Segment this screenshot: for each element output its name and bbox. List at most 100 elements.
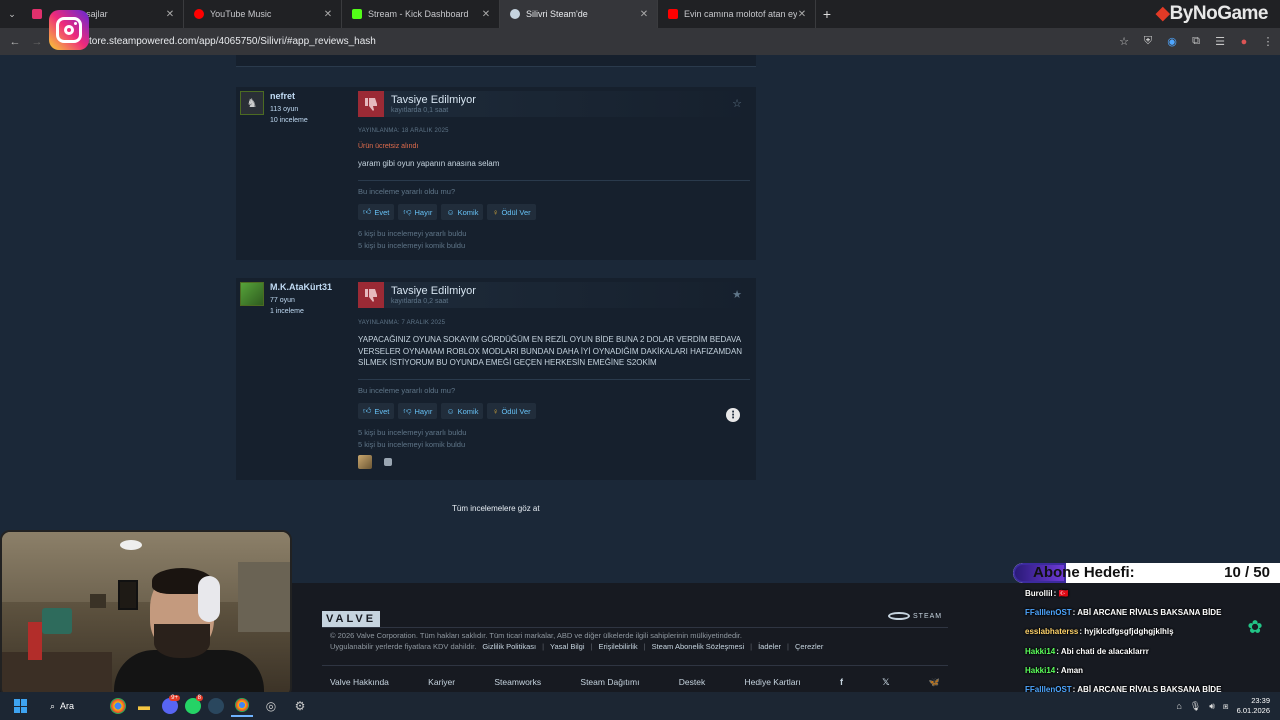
subscriber-agreement-link[interactable]: Steam Abonelik Sözleşmesi <box>652 642 745 651</box>
more-options-icon[interactable]: ⋮ <box>726 408 740 422</box>
discord-icon[interactable]: 9+ <box>162 695 180 714</box>
back-icon[interactable]: ← <box>4 36 26 48</box>
x-twitter-icon[interactable]: 𝕏 <box>882 677 889 688</box>
translate-extension-icon[interactable]: ◉ <box>1160 35 1184 48</box>
author-review-count[interactable]: 10 inceleme <box>270 117 308 124</box>
forward-icon[interactable]: → <box>26 36 48 48</box>
taskbar-search[interactable]: ⌕ Ara <box>50 701 100 712</box>
give-award-button[interactable]: ♀ Ödül Ver <box>487 204 536 220</box>
kick-favicon-icon <box>352 9 362 19</box>
url-input[interactable]: store.steampowered.com/app/4065750/Siliv… <box>84 36 1112 47</box>
chat-message: Hakki14: Aman <box>1025 666 1083 675</box>
author-games[interactable]: 113 oyun <box>270 106 298 113</box>
extensions-puzzle-icon[interactable]: ⧉ <box>1184 35 1208 48</box>
volume-icon[interactable]: 🔊︎ <box>1209 701 1215 712</box>
clock-time: 23:39 <box>1251 696 1270 705</box>
bookmark-star-icon[interactable]: ☆ <box>1112 35 1136 48</box>
new-tab-button[interactable]: + <box>816 6 838 22</box>
tab-steam-silivri[interactable]: Silivri Steam'de ✕ <box>500 0 658 28</box>
thumbs-up-icon: 👍︎ <box>363 207 372 216</box>
close-icon[interactable]: ✕ <box>797 9 807 20</box>
award-badge-icon[interactable] <box>384 458 392 466</box>
tab-youtube-video[interactable]: Evin camına molotof atan eylem ✕ <box>658 0 816 28</box>
about-valve-link[interactable]: Valve Hakkında <box>330 677 389 688</box>
avatar[interactable]: ♞ <box>240 91 264 115</box>
windows-taskbar: ⌕ Ara ▬ 9+ 8 ◎ ⚙ ⌂ 🎙︎ 🔊︎ ⧆ 23:39 6.01.202… <box>0 692 1280 720</box>
accessibility-link[interactable]: Erişilebilirlik <box>598 642 637 651</box>
author-name[interactable]: nefret <box>270 91 295 101</box>
legal-links: Uygulanabilir yerlerde fiyatlara KDV dah… <box>330 642 824 651</box>
chrome-icon[interactable] <box>110 698 126 714</box>
thumbs-down-icon: 👎︎ <box>403 207 412 216</box>
cookies-link[interactable]: Çerezler <box>795 642 823 651</box>
button-label: Komik <box>457 406 479 416</box>
tab-youtube-music[interactable]: YouTube Music ✕ <box>184 0 342 28</box>
award-star-icon[interactable]: ☆ <box>732 97 742 110</box>
button-label: Evet <box>374 406 390 416</box>
clock[interactable]: 23:39 6.01.2026 <box>1237 696 1270 716</box>
chat-username[interactable]: Burollil <box>1025 589 1053 598</box>
settings-gear-icon[interactable]: ⚙ <box>289 695 311 717</box>
file-explorer-icon[interactable]: ▬ <box>133 695 155 717</box>
vote-no-button[interactable]: 👎︎ Hayır <box>398 403 438 419</box>
review-author: ♞ nefret 113 oyun 10 inceleme <box>240 91 350 124</box>
steam-distribution-link[interactable]: Steam Dağıtımı <box>580 677 639 688</box>
close-icon[interactable]: ✕ <box>323 9 333 20</box>
smiley-icon: ☺ <box>446 406 455 416</box>
chat-username[interactable]: Hakki14 <box>1025 647 1055 656</box>
tab-list-icon[interactable]: ⌄ <box>0 9 24 20</box>
refunds-link[interactable]: İadeler <box>758 642 781 651</box>
chat-text: : Aman <box>1056 665 1084 675</box>
obs-icon[interactable]: ◎ <box>260 695 282 717</box>
profile-avatar-icon[interactable]: ● <box>1232 36 1256 48</box>
author-name[interactable]: M.K.AtaKürt31 <box>270 282 332 292</box>
steamworks-link[interactable]: Steamworks <box>494 677 541 688</box>
vote-funny-button[interactable]: ☺ Komik <box>441 403 484 419</box>
review-header: Tavsiye Edilmiyor kayıtlarda 0,1 saat ☆ <box>358 91 750 117</box>
chrome-active-icon[interactable] <box>231 695 253 717</box>
browser-address-bar: ← → store.steampowered.com/app/4065750/S… <box>0 28 1280 55</box>
vote-funny-button[interactable]: ☺ Komik <box>441 204 484 220</box>
facebook-icon[interactable]: f <box>840 677 843 688</box>
close-icon[interactable]: ✕ <box>639 9 649 20</box>
whatsapp-icon[interactable]: 8 <box>185 695 203 714</box>
legal-info-link[interactable]: Yasal Bilgi <box>550 642 584 651</box>
vote-no-button[interactable]: 👎︎ Hayır <box>398 204 438 220</box>
privacy-policy-link[interactable]: Gizlilik Politikası <box>482 642 536 651</box>
avatar[interactable] <box>240 282 264 306</box>
vote-yes-button[interactable]: 👍︎ Evet <box>358 204 395 220</box>
chat-username[interactable]: Hakki14 <box>1025 666 1055 675</box>
microphone-icon[interactable]: 🎙︎ <box>1190 701 1201 712</box>
shield-extension-icon[interactable]: ⛨ <box>1136 35 1160 48</box>
tab-search-icon[interactable]: ☰ <box>1208 35 1232 48</box>
vote-yes-button[interactable]: 👍︎ Evet <box>358 403 395 419</box>
chat-username[interactable]: esslabhaterss <box>1025 627 1078 636</box>
award-badge-icon[interactable] <box>358 455 372 469</box>
network-icon[interactable]: ⌂ <box>1176 701 1181 711</box>
review-posted-date: YAYINLANMA: 18 ARALIK 2025 <box>358 128 449 134</box>
tab-instagram[interactable]: m • Mesajlar ✕ <box>24 0 184 28</box>
bluesky-icon[interactable]: 🦋 <box>929 677 940 688</box>
smiley-icon: ☺ <box>446 207 455 217</box>
funny-count: 5 kişi bu incelemeyi komik buldu <box>358 440 466 449</box>
menu-kebab-icon[interactable]: ⋮ <box>1256 35 1280 48</box>
gift-cards-link[interactable]: Hediye Kartları <box>744 677 800 688</box>
valve-logo[interactable]: VALVE <box>322 611 381 627</box>
close-icon[interactable]: ✕ <box>165 9 175 20</box>
button-label: Hayır <box>414 207 433 217</box>
steam-taskbar-icon[interactable] <box>208 698 224 714</box>
see-all-reviews-link[interactable]: Tüm incelemelere göz at <box>452 504 540 513</box>
close-icon[interactable]: ✕ <box>481 9 491 20</box>
notification-icon[interactable]: ⧆ <box>1223 701 1229 712</box>
author-review-count[interactable]: 1 inceleme <box>270 308 304 315</box>
support-link[interactable]: Destek <box>679 677 705 688</box>
tab-kick-dashboard[interactable]: Stream - Kick Dashboard ✕ <box>342 0 500 28</box>
award-star-icon[interactable]: ★ <box>732 288 742 301</box>
steam-logo[interactable]: STEAM <box>888 612 942 620</box>
chat-username[interactable]: FFalllenOST <box>1025 608 1072 617</box>
windows-start-icon[interactable] <box>14 699 28 713</box>
chat-text: : 🇹🇷 <box>1053 589 1069 598</box>
author-games[interactable]: 77 oyun <box>270 297 295 304</box>
give-award-button[interactable]: ♀ Ödül Ver <box>487 403 536 419</box>
jobs-link[interactable]: Kariyer <box>428 677 455 688</box>
